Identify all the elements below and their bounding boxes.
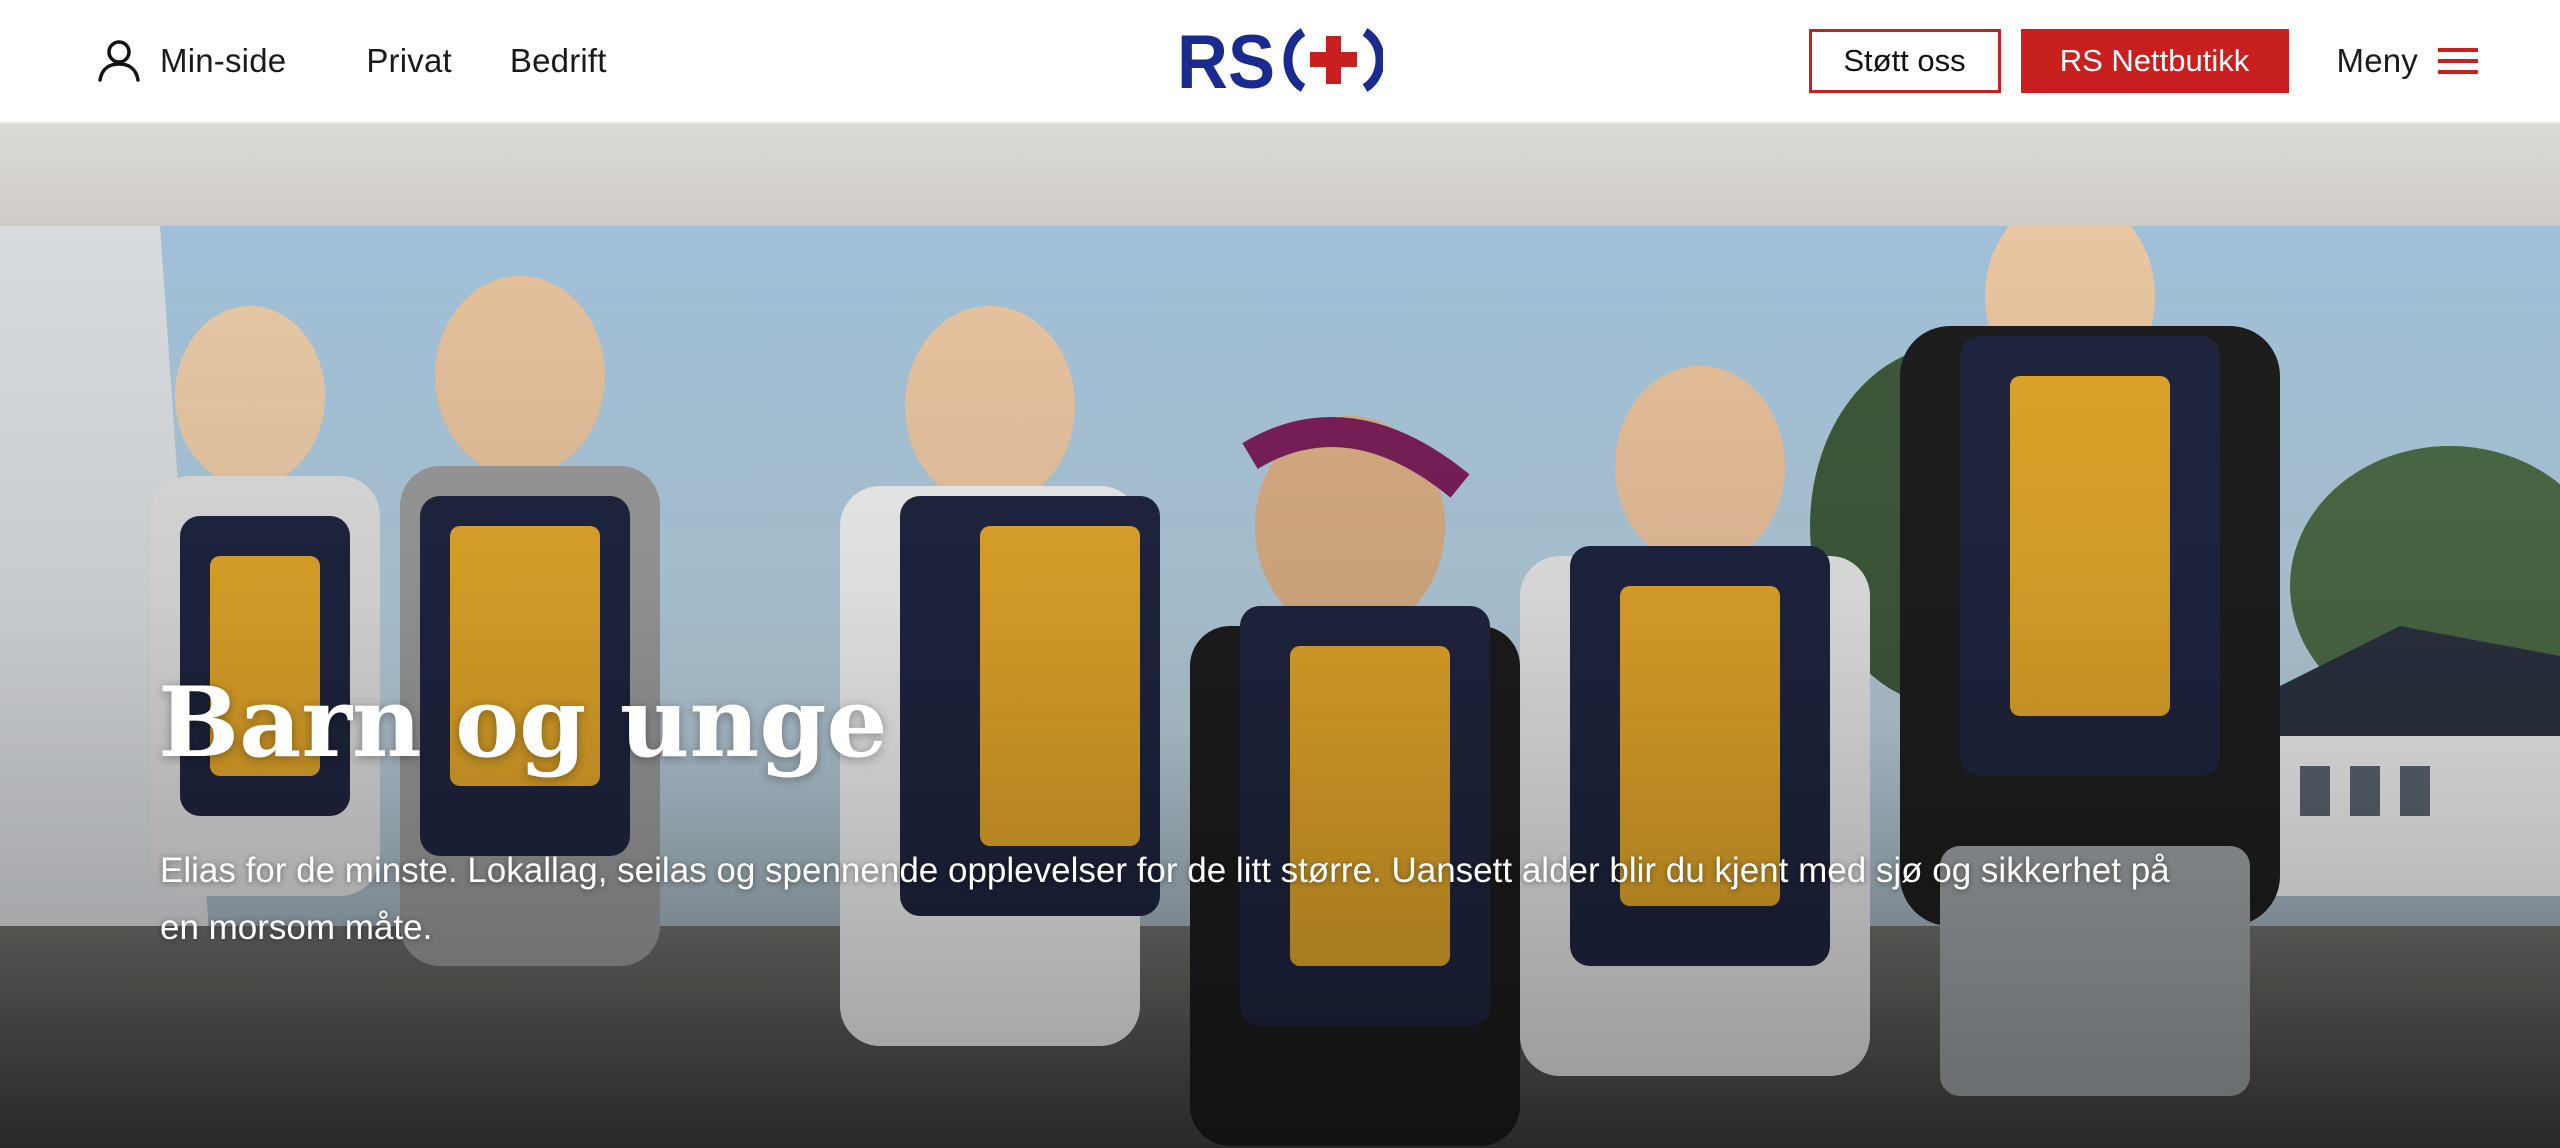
logo-text: RS <box>1177 26 1275 94</box>
hero-section: Barn og unge Elias for de minste. Lokall… <box>0 226 2560 1148</box>
support-button[interactable]: Støtt oss <box>1808 29 2001 93</box>
nav-link-bedrift[interactable]: Bedrift <box>510 42 607 80</box>
header-right: Støtt oss RS Nettbutikk Meny <box>1808 0 2478 122</box>
grey-band <box>0 124 2560 226</box>
site-header: Min-side Privat Bedrift RS Støtt oss RS … <box>0 0 2560 124</box>
rs-logo[interactable]: RS <box>1177 26 1383 94</box>
hamburger-icon <box>2438 48 2478 74</box>
min-side-label: Min-side <box>160 42 287 79</box>
nav-link-privat[interactable]: Privat <box>366 42 452 80</box>
menu-label: Meny <box>2336 42 2418 79</box>
hero-description: Elias for de minste. Lokallag, seilas og… <box>160 851 2170 947</box>
red-cross-icon <box>1283 28 1383 92</box>
user-icon <box>98 40 140 82</box>
hero-title: Barn og unge <box>158 666 888 779</box>
min-side-link[interactable]: Min-side <box>96 38 286 84</box>
header-left: Min-side Privat Bedrift <box>96 0 607 122</box>
shop-button[interactable]: RS Nettbutikk <box>2020 29 2289 93</box>
menu-button[interactable]: Meny <box>2336 42 2478 80</box>
